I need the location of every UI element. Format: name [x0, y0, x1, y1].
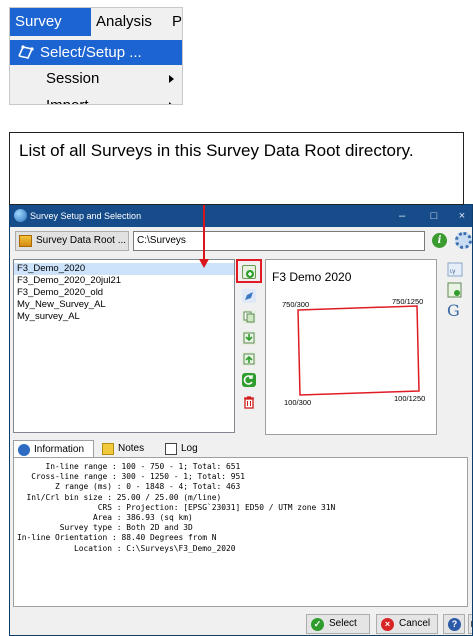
- list-item[interactable]: F3_Demo_2020_old: [14, 287, 234, 299]
- right-tool-strip: ιγ G: [440, 259, 472, 349]
- annotation-arrow-line: [203, 205, 205, 263]
- survey-menu-screenshot: Survey Analysis P Select/Setup ... Sessi…: [9, 7, 183, 105]
- info-line: Location : C:\Surveys\F3_Demo_2020: [17, 543, 236, 553]
- cancel-button[interactable]: × Cancel: [376, 614, 438, 634]
- map-tools-icon: ιγ G: [447, 262, 463, 320]
- svg-text:ιγ: ιγ: [450, 268, 456, 275]
- menu-item-import[interactable]: Import: [10, 93, 182, 104]
- annotation-arrowhead: [199, 259, 209, 268]
- survey-information-text: In-line range : 100 - 750 - 1; Total: 65…: [13, 457, 468, 607]
- menu-truncated[interactable]: P: [170, 8, 182, 36]
- check-icon: ✓: [311, 618, 324, 631]
- data-root-toolbar: Survey Data Root ... C:\Surveys i: [10, 229, 472, 255]
- help-icon: ?: [448, 618, 461, 631]
- survey-data-root-label: Survey Data Root ...: [36, 235, 127, 246]
- notes-icon: [102, 443, 114, 455]
- survey-dropdown: Select/Setup ... Session Import: [10, 36, 182, 104]
- list-item[interactable]: My_New_Survey_AL: [14, 299, 234, 311]
- export-icon: [242, 352, 256, 366]
- app-icon: [14, 209, 27, 222]
- refresh-button[interactable]: [240, 371, 258, 389]
- list-item[interactable]: My_survey_AL: [14, 311, 234, 323]
- delete-survey-button[interactable]: [240, 393, 258, 411]
- refresh-icon: [242, 373, 256, 387]
- info-line: Inl/Crl bin size : 25.00 / 25.00 (m/line…: [17, 492, 222, 502]
- info-line: CRS : Projection: [EPSG`23031] ED50 / UT…: [17, 502, 336, 512]
- menu-survey[interactable]: Survey: [10, 8, 91, 36]
- new-survey-icon: [242, 265, 256, 279]
- info-line: Z range (ms) : 0 - 1848 - 4; Total: 463: [17, 482, 241, 492]
- survey-map-preview: F3 Demo 2020 750/300 750/1250 100/300 10…: [265, 259, 437, 435]
- cancel-button-label: Cancel: [399, 618, 431, 629]
- annotation-callout: List of all Surveys in this Survey Data …: [9, 132, 464, 205]
- info-icon[interactable]: i: [432, 233, 447, 248]
- tab-label: Log: [181, 443, 198, 454]
- info-line: Cross-line range : 300 - 1250 - 1; Total…: [17, 472, 246, 482]
- import-icon: [242, 331, 256, 345]
- export-survey-button[interactable]: [240, 350, 258, 368]
- info-line: In-line Orientation : 88.40 Degrees from…: [17, 533, 217, 543]
- survey-setup-dialog: Survey Setup and Selection – □ × Survey …: [9, 204, 473, 636]
- minimize-button[interactable]: –: [388, 205, 416, 227]
- data-root-path-field[interactable]: C:\Surveys: [133, 231, 425, 251]
- menubar: Survey Analysis P: [10, 8, 182, 36]
- edit-survey-button[interactable]: [240, 287, 258, 305]
- survey-list[interactable]: F3_Demo_2020 F3_Demo_2020_20jul21 F3_Dem…: [13, 259, 235, 433]
- information-icon: [18, 444, 30, 456]
- settings-gear-icon[interactable]: [455, 232, 472, 249]
- trash-icon: [242, 395, 256, 409]
- tab-notes[interactable]: Notes: [98, 440, 156, 458]
- list-item[interactable]: F3_Demo_2020_20jul21: [14, 275, 234, 287]
- menu-item-label: Select/Setup ...: [40, 44, 142, 61]
- new-survey-button[interactable]: [240, 263, 258, 281]
- copy-survey-button[interactable]: [240, 308, 258, 326]
- svg-text:G: G: [447, 301, 460, 320]
- help-button[interactable]: ?: [443, 614, 465, 634]
- submenu-arrow-icon: [169, 102, 174, 104]
- close-button[interactable]: ×: [448, 205, 472, 227]
- survey-data-root-button[interactable]: Survey Data Root ...: [15, 231, 129, 251]
- cancel-x-icon: ×: [381, 618, 394, 631]
- log-icon: [165, 443, 177, 455]
- info-line: In-line range : 100 - 750 - 1; Total: 65…: [17, 462, 241, 471]
- menu-item-label: Import: [46, 93, 89, 104]
- more-button[interactable]: [468, 614, 472, 634]
- import-survey-button[interactable]: [240, 329, 258, 347]
- select-setup-icon: [18, 45, 34, 59]
- menu-item-label: Session: [46, 70, 100, 87]
- menu-item-session[interactable]: Session: [10, 66, 182, 91]
- info-line: Area : 386.93 (sq km): [17, 513, 193, 523]
- window-title: Survey Setup and Selection: [30, 211, 142, 221]
- edit-icon: [242, 289, 256, 303]
- survey-outline: [297, 305, 420, 396]
- folder-icon: [19, 235, 32, 247]
- select-button[interactable]: ✓ Select: [306, 614, 370, 634]
- tab-label: Notes: [118, 443, 145, 454]
- maximize-button[interactable]: □: [420, 205, 448, 227]
- title-bar: Survey Setup and Selection – □ ×: [10, 205, 472, 227]
- submenu-arrow-icon: [169, 75, 174, 83]
- tab-information[interactable]: Information: [13, 440, 94, 458]
- select-button-label: Select: [329, 618, 357, 629]
- copy-icon: [242, 310, 256, 324]
- menu-item-select-setup[interactable]: Select/Setup ...: [10, 40, 182, 65]
- survey-tools-column: [236, 259, 262, 433]
- menu-analysis[interactable]: Analysis: [91, 8, 171, 36]
- tab-label: Information: [34, 444, 85, 455]
- info-tabs: Information Notes Log: [13, 440, 468, 458]
- info-line: Survey type : Both 2D and 3D: [17, 523, 193, 533]
- tab-log[interactable]: Log: [161, 440, 206, 458]
